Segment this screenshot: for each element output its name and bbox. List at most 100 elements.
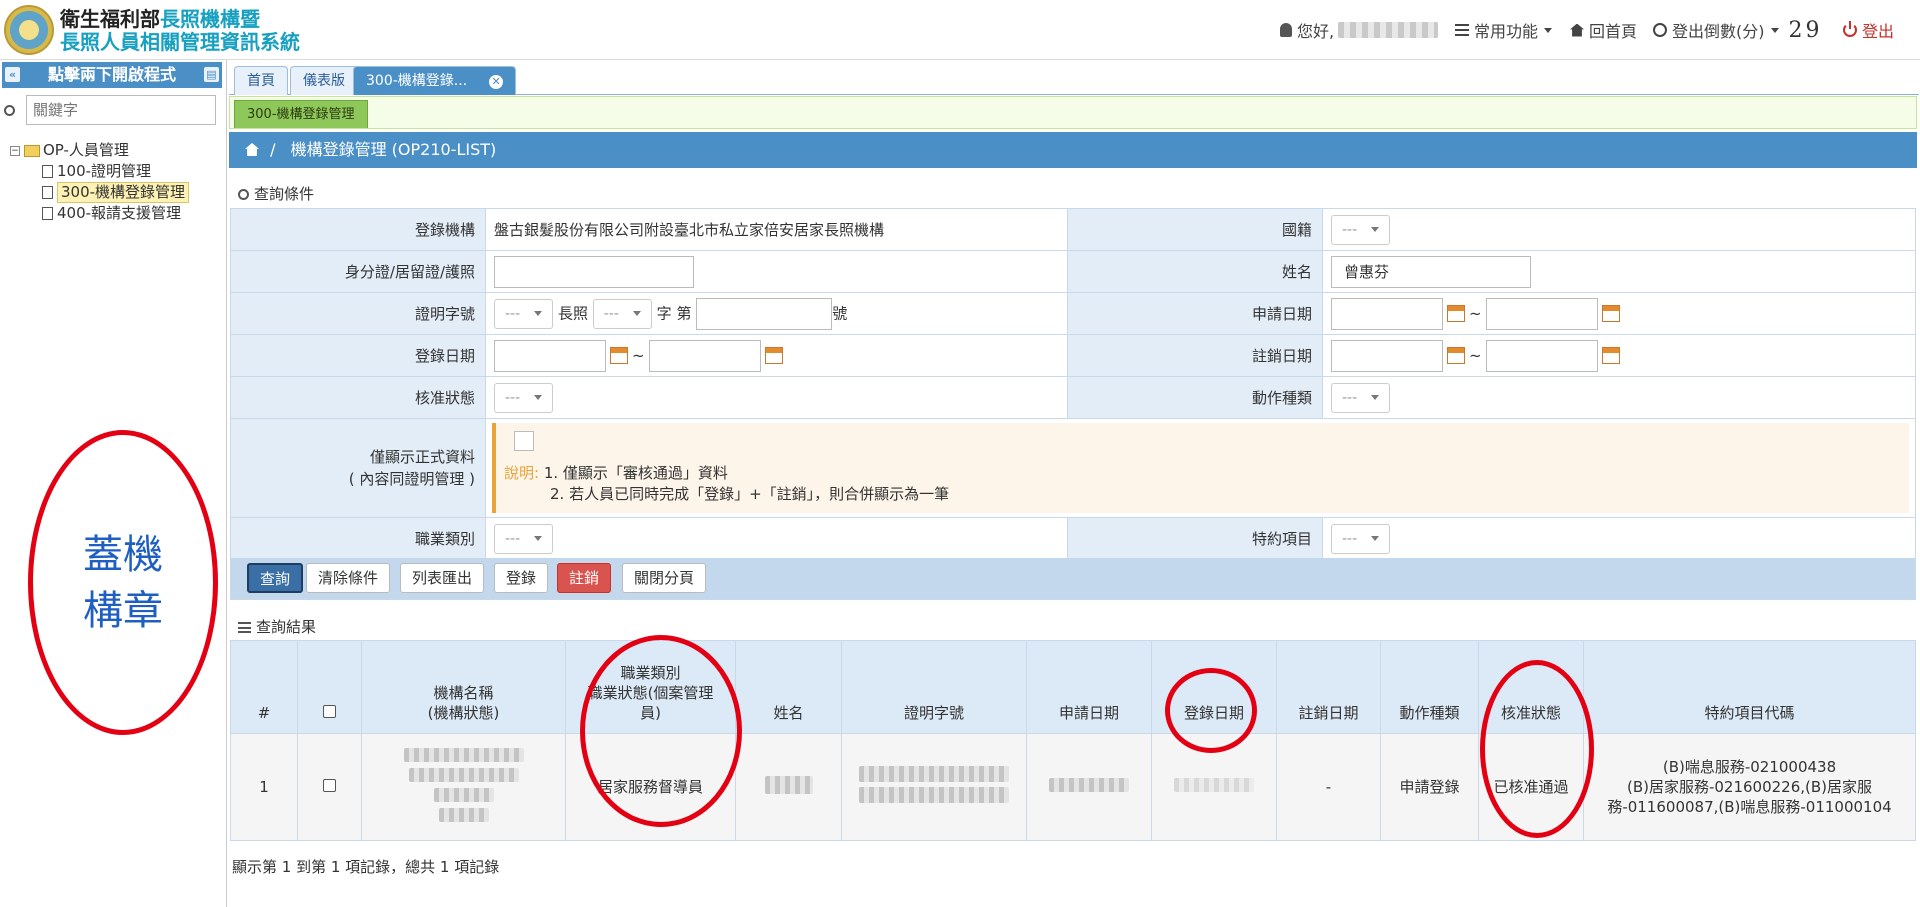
cert-label: 證明字號 — [230, 292, 486, 335]
breadcrumb: / 機構登錄管理 (OP210-LIST) — [229, 132, 1917, 168]
org-status-blurred — [438, 808, 489, 822]
select-value: --- — [1342, 221, 1358, 238]
sidebar: « 點擊兩下開啟程式 ▤ − OP-人員管理 100-證明管理 300-機構登錄… — [0, 60, 227, 907]
sidebar-item-support[interactable]: 400-報請支援管理 — [42, 203, 189, 224]
document-icon — [42, 165, 53, 178]
pin-icon[interactable]: ▤ — [204, 67, 219, 82]
calendar-icon[interactable] — [765, 347, 784, 364]
search-icon — [238, 189, 249, 200]
cert-blurred — [859, 787, 1009, 803]
calendar-icon[interactable] — [610, 347, 628, 364]
apply-date-to[interactable] — [1486, 297, 1599, 330]
tab-org-register[interactable]: 300-機構登錄... ✕ — [353, 66, 517, 95]
nationality-label: 國籍 — [1067, 208, 1323, 251]
cell-action: 申請登錄 — [1380, 733, 1479, 841]
register-date-from[interactable] — [494, 339, 606, 372]
job-select[interactable]: --- — [494, 523, 554, 554]
user-greeting[interactable]: 您好, — [1280, 0, 1439, 60]
col-org-2: (機構狀態) — [427, 704, 500, 722]
ministry-logo — [4, 5, 54, 55]
user-name-blurred — [1338, 22, 1439, 38]
range-sep: ~ — [1469, 346, 1482, 364]
folder-icon — [24, 144, 40, 157]
cell-name — [735, 733, 842, 841]
cert-number-text: 號 — [832, 304, 848, 322]
results-section-title: 查詢結果 — [238, 616, 316, 637]
annotation-circle-register-date — [1165, 668, 1257, 753]
home-link[interactable]: 回首頁 — [1570, 0, 1637, 60]
cert-long-care-text: 長照 — [557, 304, 588, 322]
action-select[interactable]: --- — [1331, 382, 1391, 413]
row-checkbox[interactable] — [323, 779, 336, 792]
table-row[interactable]: 1 居家服務督導員 - 申請登錄 已核准通過 (B)喘息服務-021000438… — [230, 733, 1916, 841]
collapse-icon[interactable]: « — [5, 67, 20, 82]
logout-button[interactable]: 登出 — [1843, 0, 1894, 60]
cell-cert — [841, 733, 1027, 841]
sidebar-item-org-register[interactable]: 300-機構登錄管理 — [42, 182, 190, 203]
collapse-tree-icon[interactable]: − — [10, 145, 20, 156]
calendar-icon[interactable] — [1602, 305, 1621, 322]
formal-only-checkbox[interactable] — [514, 431, 534, 451]
results-title-text: 查詢結果 — [256, 618, 317, 636]
register-date-to[interactable] — [649, 339, 762, 372]
name-input[interactable]: 曾惠芬 — [1331, 255, 1531, 288]
document-icon — [42, 186, 53, 199]
home-icon[interactable] — [245, 143, 259, 156]
cancel-button[interactable]: 註銷 — [557, 563, 612, 593]
org-name-blurred — [403, 748, 524, 762]
cancel-date-to[interactable] — [1486, 339, 1599, 372]
col-action: 動作種類 — [1380, 640, 1479, 734]
select-all-checkbox[interactable] — [323, 705, 336, 718]
logout-label: 登出 — [1862, 22, 1895, 41]
select-value: --- — [1342, 389, 1358, 406]
table-header: # 機構名稱 (機構狀態) 職業類別 職業狀態(個案管理 員) 姓名 證明字號 申請日… — [230, 640, 1916, 734]
tab-home[interactable]: 首頁 — [234, 66, 288, 95]
list-icon — [1455, 24, 1469, 36]
calendar-icon[interactable] — [1447, 347, 1465, 364]
cell-index: 1 — [230, 733, 298, 841]
tab-label: 300-機構登錄... — [366, 73, 468, 89]
select-value: --- — [505, 305, 521, 322]
search-button[interactable]: 查詢 — [247, 563, 304, 593]
subtab-org-register[interactable]: 300-機構登錄管理 — [234, 100, 368, 128]
query-title-text: 查詢條件 — [254, 185, 315, 203]
sidebar-header: « 點擊兩下開啟程式 ▤ — [2, 62, 222, 88]
sidebar-item-cert[interactable]: 100-證明管理 — [42, 161, 189, 182]
special-select[interactable]: --- — [1331, 523, 1391, 554]
cell-cancel-date: - — [1276, 733, 1381, 841]
annotation-circle-job — [580, 635, 742, 827]
col-org-1: 機構名稱 — [433, 684, 494, 702]
stamp-text: 蓋機 構章 — [83, 531, 163, 634]
col-select-all — [297, 640, 362, 734]
clear-button[interactable]: 清除條件 — [306, 563, 391, 593]
common-functions-label: 常用功能 — [1474, 22, 1539, 41]
logout-countdown[interactable]: 登出倒數(分) 29 — [1653, 0, 1823, 60]
nationality-select[interactable]: --- — [1331, 214, 1391, 245]
sidebar-item-label: 100-證明管理 — [57, 162, 152, 180]
export-button[interactable]: 列表匯出 — [400, 563, 485, 593]
cert-prefix-select[interactable]: --- — [494, 298, 554, 329]
id-input[interactable] — [494, 255, 694, 288]
tree-root[interactable]: − OP-人員管理 — [10, 140, 189, 161]
list-icon — [238, 622, 251, 633]
calendar-icon[interactable] — [1602, 347, 1621, 364]
close-icon[interactable]: ✕ — [489, 75, 504, 89]
common-functions-menu[interactable]: 常用功能 — [1455, 0, 1553, 60]
apply-date-from[interactable] — [1331, 297, 1443, 330]
sidebar-search-input[interactable] — [26, 95, 216, 125]
close-tab-button[interactable]: 關閉分頁 — [622, 563, 707, 593]
org-name-blurred — [433, 788, 494, 802]
cert-number-input[interactable] — [696, 297, 833, 330]
cert-type-select[interactable]: --- — [592, 298, 652, 329]
power-icon — [1843, 21, 1857, 37]
title-line2: 長照人員相關管理資訊系統 — [60, 30, 300, 54]
cancel-date-from[interactable] — [1331, 339, 1443, 372]
approval-select[interactable]: --- — [494, 382, 554, 413]
col-special: 特約項目代碼 — [1583, 640, 1916, 734]
register-button[interactable]: 登錄 — [494, 563, 549, 593]
name-blurred — [764, 775, 813, 794]
org-name-blurred — [408, 768, 519, 782]
apply-date-label: 申請日期 — [1067, 292, 1323, 335]
tab-dashboard[interactable]: 儀表版 — [290, 66, 358, 95]
calendar-icon[interactable] — [1447, 305, 1465, 322]
